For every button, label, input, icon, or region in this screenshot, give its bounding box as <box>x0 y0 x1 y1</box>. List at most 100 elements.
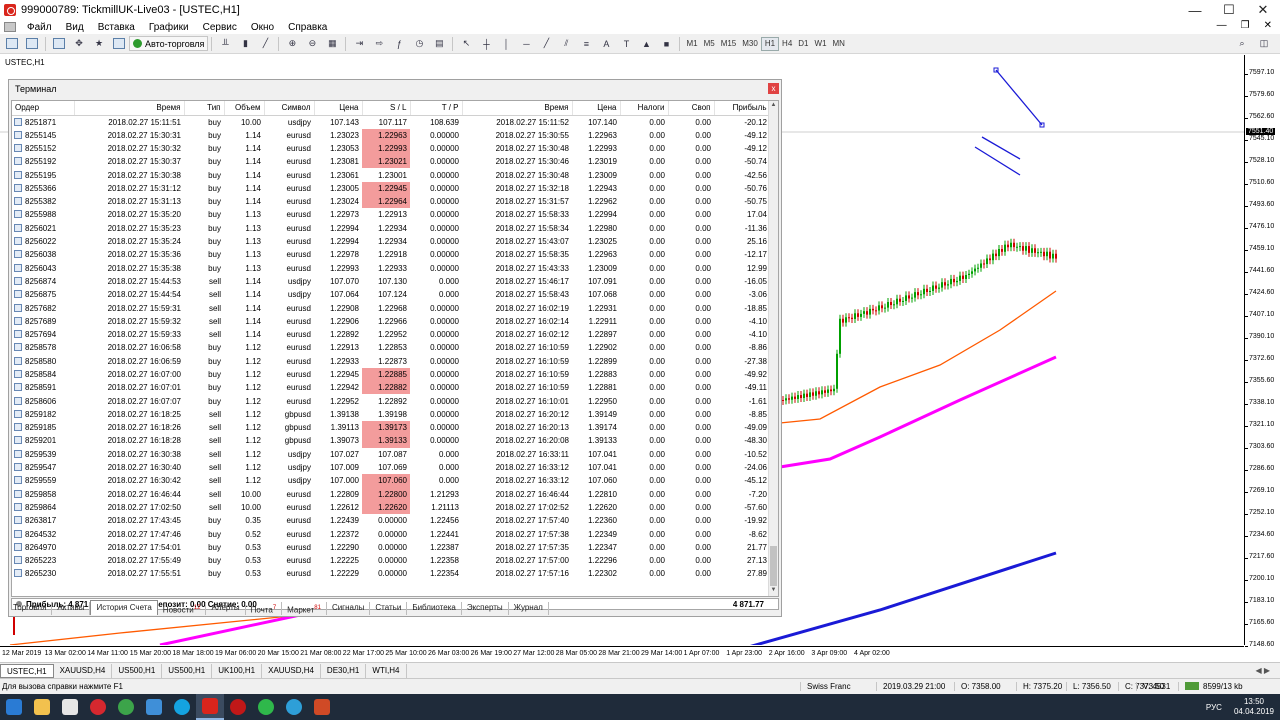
chart-tab-6[interactable]: DE30,H1 <box>321 663 367 678</box>
mail-icon[interactable] <box>56 694 84 720</box>
menu-tools[interactable]: Сервис <box>196 22 244 33</box>
candles-icon[interactable]: ▮ <box>237 36 253 52</box>
table-row[interactable]: 8256021 2018.02.27 15:35:23 buy 1.13 eurusd 1… <box>12 222 770 235</box>
terminal-tab-11[interactable]: Журнал <box>509 602 549 615</box>
chart-tab-7[interactable]: WTI,H4 <box>366 663 407 678</box>
fibonacci-icon[interactable]: ≡ <box>578 36 594 52</box>
table-scrollbar[interactable]: ▲ ▼ <box>768 101 778 596</box>
start-button[interactable] <box>0 694 28 720</box>
vertical-line-icon[interactable]: │ <box>498 36 514 52</box>
minimize-button[interactable]: — <box>1178 0 1212 20</box>
terminal-tab-5[interactable]: Почта7 <box>246 602 283 615</box>
shapes-icon[interactable]: ■ <box>658 36 674 52</box>
tile-windows-icon[interactable]: ▦ <box>324 36 340 52</box>
terminal-icon[interactable] <box>111 36 127 52</box>
powerpoint-icon[interactable] <box>308 694 336 720</box>
table-row[interactable]: 8259547 2018.02.27 16:30:40 sell 1.12 usdjpy… <box>12 461 770 474</box>
table-row[interactable]: 8258580 2018.02.27 16:06:59 buy 1.12 eurusd 1… <box>12 355 770 368</box>
arrows-icon[interactable]: ▲ <box>638 36 654 52</box>
chart-window-icon[interactable] <box>4 22 16 32</box>
timeframe-m5[interactable]: M5 <box>701 37 718 51</box>
table-row[interactable]: 8255145 2018.02.27 15:30:31 buy 1.14 eurusd 1… <box>12 128 770 142</box>
col-order[interactable]: Ордер <box>12 101 75 116</box>
text-icon[interactable]: A <box>598 36 614 52</box>
status-connection[interactable]: 8599/13 kb <box>1178 682 1243 691</box>
table-row[interactable]: 8258584 2018.02.27 16:07:00 buy 1.12 eurusd 1… <box>12 367 770 382</box>
navigator-icon[interactable]: ✥ <box>71 36 87 52</box>
table-row[interactable]: 8256043 2018.02.27 15:35:38 buy 1.13 eurusd 1… <box>12 261 770 274</box>
scrollbar-thumb[interactable] <box>770 546 777 586</box>
opera-icon[interactable] <box>84 694 112 720</box>
menu-help[interactable]: Справка <box>281 22 334 33</box>
col-stop-loss[interactable]: S / L <box>362 101 411 116</box>
templates-icon[interactable]: ▤ <box>431 36 447 52</box>
chat-icon[interactable]: ◫ <box>1256 36 1272 52</box>
edge-icon[interactable] <box>140 694 168 720</box>
terminal-tab-8[interactable]: Статьи <box>370 602 408 615</box>
terminal-tab-1[interactable]: Активы <box>52 602 91 615</box>
table-row[interactable]: 8259559 2018.02.27 16:30:42 sell 1.12 usdjpy… <box>12 474 770 488</box>
terminal-tab-0[interactable]: Торговля <box>8 602 53 615</box>
maximize-button[interactable]: ☐ <box>1212 0 1246 20</box>
child-restore-button[interactable]: ❐ <box>1241 20 1250 31</box>
zoom-in-icon[interactable]: ⊕ <box>284 36 300 52</box>
child-minimize-button[interactable]: — <box>1217 20 1227 31</box>
cursor-icon[interactable]: ↖ <box>458 36 474 52</box>
table-row[interactable]: 8256022 2018.02.27 15:35:24 buy 1.13 eurusd 1… <box>12 235 770 248</box>
chrome-icon[interactable] <box>112 694 140 720</box>
line-chart-icon[interactable]: ╱ <box>257 36 273 52</box>
table-row[interactable]: 8255192 2018.02.27 15:30:37 buy 1.14 eurusd 1… <box>12 155 770 169</box>
table-row[interactable]: 8256038 2018.02.27 15:35:36 buy 1.13 eurusd 1… <box>12 248 770 261</box>
terminal-tab-7[interactable]: Сигналы <box>327 602 371 615</box>
autoscroll-icon[interactable]: ⇨ <box>371 36 387 52</box>
table-row[interactable]: 8258578 2018.02.27 16:06:58 buy 1.12 eurusd 1… <box>12 341 770 354</box>
col-symbol[interactable]: Символ <box>264 101 315 116</box>
scroll-up-icon[interactable]: ▲ <box>770 102 777 108</box>
terminal-close-button[interactable]: x <box>768 83 779 94</box>
timeframe-mn[interactable]: MN <box>830 37 848 51</box>
chart-tab-5[interactable]: XAUUSD,H4 <box>262 663 321 678</box>
time-axis[interactable]: 12 Mar 2019 13 Mar 02:00 14 Mar 11:00 15 Ma… <box>0 646 1244 660</box>
table-row[interactable]: 8258591 2018.02.27 16:07:01 buy 1.12 eurusd 1… <box>12 381 770 395</box>
col-open-time[interactable]: Время <box>74 101 185 116</box>
crosshair-icon[interactable]: ┼ <box>478 36 494 52</box>
table-row[interactable]: 8256874 2018.02.27 15:44:53 sell 1.14 usdjpy… <box>12 275 770 288</box>
timeframe-m1[interactable]: M1 <box>683 37 700 51</box>
table-row[interactable]: 8265230 2018.02.27 17:55:51 buy 0.53 eurusd 1… <box>12 567 770 580</box>
timeframe-w1[interactable]: W1 <box>812 37 830 51</box>
chart-tab-0[interactable]: USTEC,H1 <box>0 663 54 678</box>
table-row[interactable]: 8257682 2018.02.27 15:59:31 sell 1.14 eurusd… <box>12 301 770 314</box>
table-row[interactable]: 8251871 2018.02.27 15:11:51 buy 10.00 usdjpy… <box>12 115 770 129</box>
timeframe-m30[interactable]: M30 <box>739 37 761 51</box>
terminal-tab-9[interactable]: Библиотека <box>407 602 462 615</box>
table-row[interactable]: 8259858 2018.02.27 16:46:44 sell 10.00 eurus… <box>12 487 770 501</box>
bar-chart-icon[interactable]: ╨ <box>217 36 233 52</box>
menu-insert[interactable]: Вставка <box>91 22 142 33</box>
indicators-icon[interactable]: ƒ <box>391 36 407 52</box>
periods-icon[interactable]: ◷ <box>411 36 427 52</box>
explorer-icon[interactable] <box>28 694 56 720</box>
table-row[interactable]: 8256875 2018.02.27 15:44:54 sell 1.14 usdjpy… <box>12 288 770 301</box>
telegram-icon[interactable] <box>280 694 308 720</box>
table-row[interactable]: 8257694 2018.02.27 15:59:33 sell 1.14 eurusd… <box>12 328 770 341</box>
timeframe-m15[interactable]: M15 <box>718 37 740 51</box>
col-close-price[interactable]: Цена <box>572 101 621 116</box>
terminal-tab-4[interactable]: Алерты <box>206 602 246 615</box>
scroll-down-icon[interactable]: ▼ <box>770 587 777 593</box>
tray-clock[interactable]: 13:50 04.04.2019 <box>1228 697 1280 717</box>
col-swap[interactable]: Своп <box>668 101 715 116</box>
col-close-time[interactable]: Время <box>462 101 573 116</box>
timeframe-h1[interactable]: H1 <box>760 36 780 51</box>
search-icon[interactable]: ⌕ <box>1234 36 1250 52</box>
chart-tab-3[interactable]: US500,H1 <box>162 663 213 678</box>
tray-language[interactable]: РУС <box>1200 703 1228 712</box>
table-row[interactable]: 8259539 2018.02.27 16:30:38 sell 1.12 usdjpy… <box>12 448 770 461</box>
trendline-icon[interactable]: ╱ <box>538 36 554 52</box>
col-type[interactable]: Тип <box>184 101 225 116</box>
table-row[interactable]: 8259864 2018.02.27 17:02:50 sell 10.00 eurus… <box>12 500 770 515</box>
child-close-button[interactable]: ✕ <box>1264 20 1272 31</box>
zoom-out-icon[interactable]: ⊖ <box>304 36 320 52</box>
terminal-tab-6[interactable]: Маркет81 <box>282 602 327 615</box>
table-row[interactable]: 8255366 2018.02.27 15:31:12 buy 1.14 eurusd 1… <box>12 181 770 195</box>
profiles-icon[interactable] <box>24 36 40 52</box>
